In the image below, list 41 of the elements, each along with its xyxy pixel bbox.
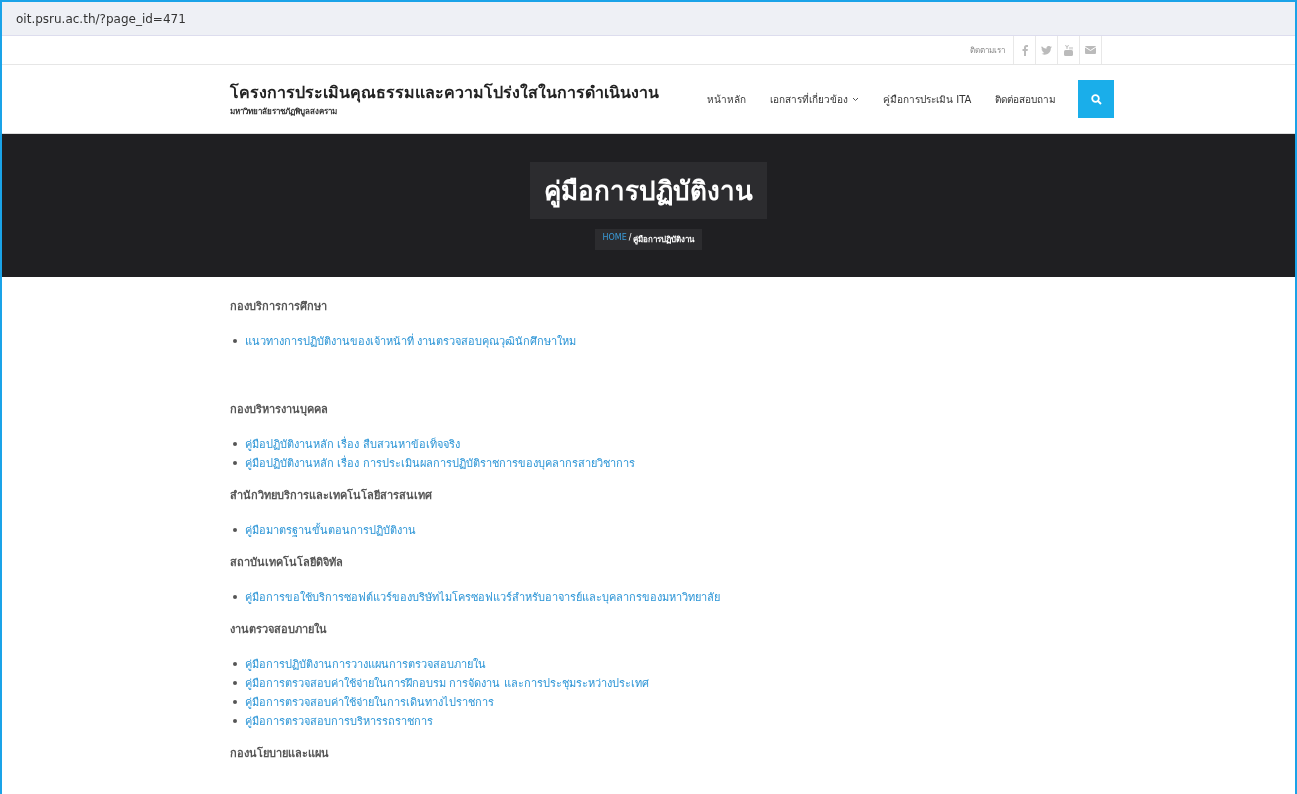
document-link[interactable]: คู่มือปฏิบัติงานหลัก เรื่อง สืบสวนหาข้อเท็จจริง <box>245 434 460 453</box>
section-heading: กองบริหารงานบุคคล <box>230 402 329 418</box>
url-text: oit.psru.ac.th/?page_id=471 <box>16 11 186 26</box>
nav-link[interactable]: คู่มือการประเมิน ITA <box>871 91 984 107</box>
bullet-icon <box>233 441 237 446</box>
nav-link[interactable]: ติดต่อสอบถาม <box>983 91 1069 107</box>
nav-link[interactable]: หน้าหลัก <box>695 91 758 107</box>
bullet-icon <box>233 460 237 465</box>
search-button[interactable] <box>1078 80 1115 118</box>
document-link[interactable]: คู่มือการตรวจสอบการบริหารรถราชการ <box>245 711 433 730</box>
section-heading: สำนักวิทยบริการและเทคโนโลยีสารสนเทศ <box>230 487 433 504</box>
bullet-icon <box>233 338 237 343</box>
site-subtitle: มหาวิทยาลัยราชภัฏพิบูลสงคราม <box>230 106 338 118</box>
breadcrumb-separator: / <box>627 232 633 244</box>
address-bar[interactable]: oit.psru.ac.th/?page_id=471 <box>2 2 1295 36</box>
search-icon <box>1090 93 1102 105</box>
breadcrumb-home-link[interactable]: HOME <box>602 232 627 246</box>
site-title[interactable]: โครงการประเมินคุณธรรมและความโปร่งใสในการดำเนินงาน <box>230 80 685 105</box>
document-link[interactable]: คู่มือการปฏิบัติงานการวางแผนการตรวจสอบภายใน <box>245 654 486 673</box>
bullet-icon <box>233 594 237 599</box>
document-link[interactable]: คู่มือการตรวจสอบค่าใช้จ่ายในการฝึกอบรม การจัดงาน และการประชุมระหว่างประเทศ <box>245 673 649 692</box>
bullet-icon <box>233 661 237 666</box>
email-icon[interactable] <box>1079 36 1102 64</box>
page-title: คู่มือการปฏิบัติงาน <box>530 161 767 219</box>
document-link[interactable]: คู่มือปฏิบัติงานหลัก เรื่อง การประเมินผลการปฏิบัติราชการของบุคลากรสายวิชาการ <box>245 453 635 472</box>
bullet-icon <box>233 527 237 532</box>
section-heading: งานตรวจสอบภายใน <box>230 621 328 638</box>
bullet-icon <box>233 718 237 723</box>
bullet-icon <box>233 699 237 704</box>
caret-icon <box>852 96 859 102</box>
document-link[interactable]: คู่มือการตรวจสอบค่าใช้จ่ายในการเดินทางไปราชการ <box>245 692 494 711</box>
document-link[interactable]: คู่มือการขอใช้บริการซอฟต์แวร์ของบริษัทไมโครซอฟแวร์สำหรับอาจารย์และบุคลากรของมหาวิทยาลัย <box>245 587 720 606</box>
document-link[interactable]: แนวทางการปฏิบัติงานของเจ้าหน้าที่ งานตรวจสอบคุณวุฒินักศึกษาใหม <box>245 331 577 350</box>
section-heading: กองนโยบายและแผน <box>230 745 330 762</box>
section-heading: สถาบันเทคโนโลยีดิจิทัล <box>230 554 344 571</box>
bullet-icon <box>233 680 237 685</box>
follow-label: ติดตามเรา <box>970 44 1006 57</box>
breadcrumb-current: คู่มือการปฏิบัติงาน <box>633 233 695 246</box>
nav-link[interactable]: เอกสารที่เกี่ยวข้อง <box>758 91 871 107</box>
document-link[interactable]: คู่มือมาตรฐานขั้นตอนการปฏิบัติงาน <box>245 520 416 539</box>
section-heading: กองบริการการศึกษา <box>230 299 328 315</box>
